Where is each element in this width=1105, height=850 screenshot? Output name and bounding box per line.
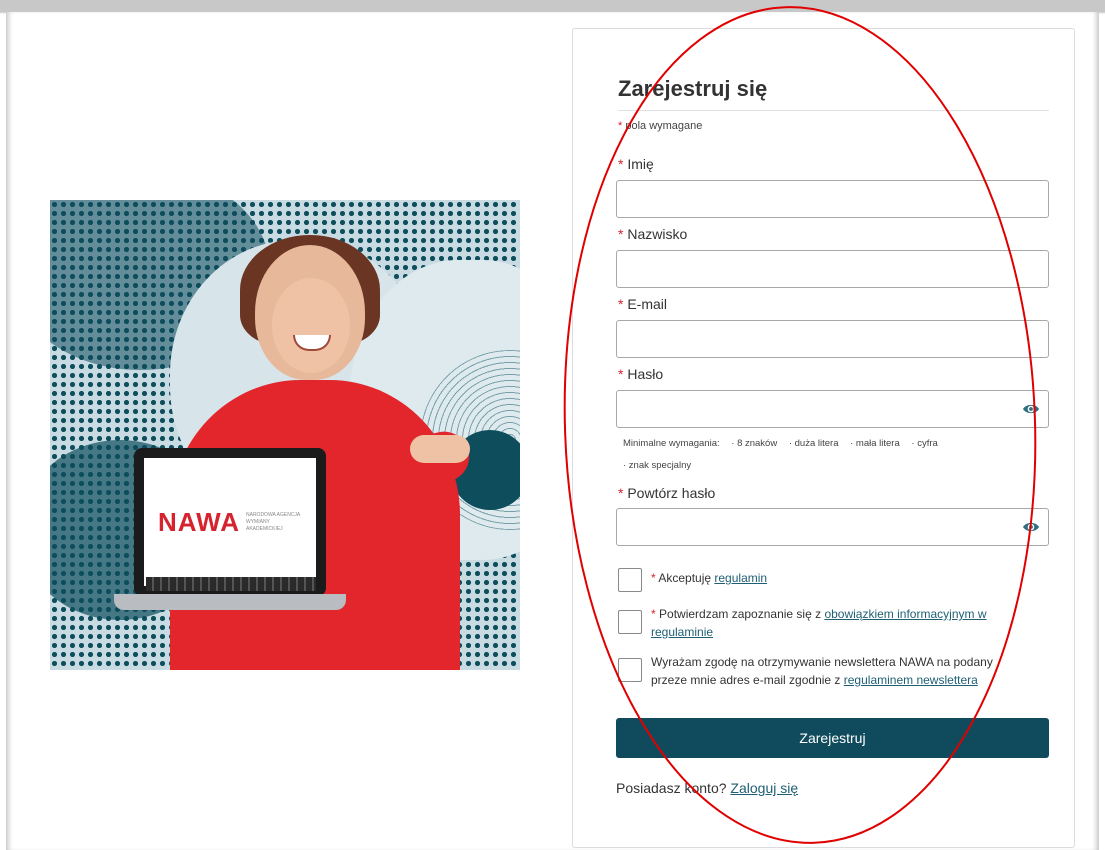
required-star: * — [651, 571, 656, 585]
hero-image: NAWA NARODOWA AGENCJA WYMIANY AKADEMICKI… — [50, 200, 520, 670]
requirement-item: · mała litera — [850, 438, 900, 449]
required-note-text: pola wymagane — [625, 120, 703, 132]
login-link[interactable]: Zaloguj się — [730, 780, 798, 796]
requirement-item: · cyfra — [911, 438, 938, 449]
first-name-input[interactable] — [616, 180, 1049, 218]
required-star: * — [618, 485, 624, 501]
laptop-keyboard — [146, 577, 316, 591]
required-star: * — [618, 296, 624, 312]
info-obligation-label: Potwierdzam zapoznanie się z — [659, 607, 825, 621]
email-input[interactable] — [616, 320, 1049, 358]
terms-consent-text: * Akceptuję regulamin — [651, 569, 1031, 587]
last-name-label: * Nazwisko — [618, 226, 687, 242]
required-star: * — [618, 226, 624, 242]
required-star: * — [618, 156, 624, 172]
required-star: * — [618, 366, 624, 382]
register-button[interactable]: Zarejestruj — [616, 718, 1049, 758]
password-input[interactable] — [616, 390, 1049, 428]
laptop-base — [114, 594, 346, 610]
info-obligation-text: * Potwierdzam zapoznanie się z obowiązki… — [651, 605, 1031, 641]
required-note: * pola wymagane — [618, 120, 702, 132]
password-label-text: Hasło — [627, 366, 664, 382]
person-face — [272, 278, 350, 373]
first-name-label-text: Imię — [627, 156, 654, 172]
newsletter-consent-text: Wyrażam zgodę na otrzymywanie newsletter… — [651, 653, 1031, 689]
login-prompt: Posiadasz konto? Zaloguj się — [616, 780, 798, 796]
last-name-input[interactable] — [616, 250, 1049, 288]
form-title: Zarejestruj się — [618, 76, 768, 101]
password-requirements: Minimalne wymagania: · 8 znaków · duża l… — [623, 438, 947, 449]
person-pointing-hand — [410, 435, 470, 463]
newsletter-checkbox[interactable] — [618, 658, 642, 682]
info-obligation-checkbox[interactable] — [618, 610, 642, 634]
last-name-label-text: Nazwisko — [627, 226, 688, 242]
title-divider — [618, 110, 1049, 111]
newsletter-terms-link[interactable]: regulaminem newslettera — [844, 673, 978, 687]
nawa-logo: NAWA — [158, 506, 240, 537]
required-star: * — [651, 607, 656, 621]
password-requirements-line2: · znak specjalny — [623, 460, 700, 471]
password-repeat-label: * Powtórz hasło — [618, 485, 715, 501]
password-repeat-input[interactable] — [616, 508, 1049, 546]
required-star: * — [618, 120, 623, 132]
first-name-label: * Imię — [618, 156, 654, 172]
login-prompt-text: Posiadasz konto? — [616, 780, 727, 796]
requirement-item: · znak specjalny — [623, 460, 692, 471]
terms-link[interactable]: regulamin — [714, 571, 767, 585]
requirement-item: · duża litera — [788, 438, 839, 449]
password-repeat-label-text: Powtórz hasło — [627, 485, 716, 501]
eye-icon[interactable] — [1022, 520, 1040, 534]
email-label-text: E-mail — [627, 296, 668, 312]
requirement-item: · 8 znaków — [731, 438, 778, 449]
requirements-intro: Minimalne wymagania: — [623, 438, 720, 449]
laptop-display: NAWA NARODOWA AGENCJA WYMIANY AKADEMICKI… — [144, 458, 316, 586]
eye-icon[interactable] — [1022, 402, 1040, 416]
terms-consent-label: Akceptuję — [658, 571, 715, 585]
nawa-logo-subtext: NARODOWA AGENCJA WYMIANY AKADEMICKIEJ — [246, 511, 300, 532]
password-label: * Hasło — [618, 366, 663, 382]
email-label: * E-mail — [618, 296, 667, 312]
terms-checkbox[interactable] — [618, 568, 642, 592]
